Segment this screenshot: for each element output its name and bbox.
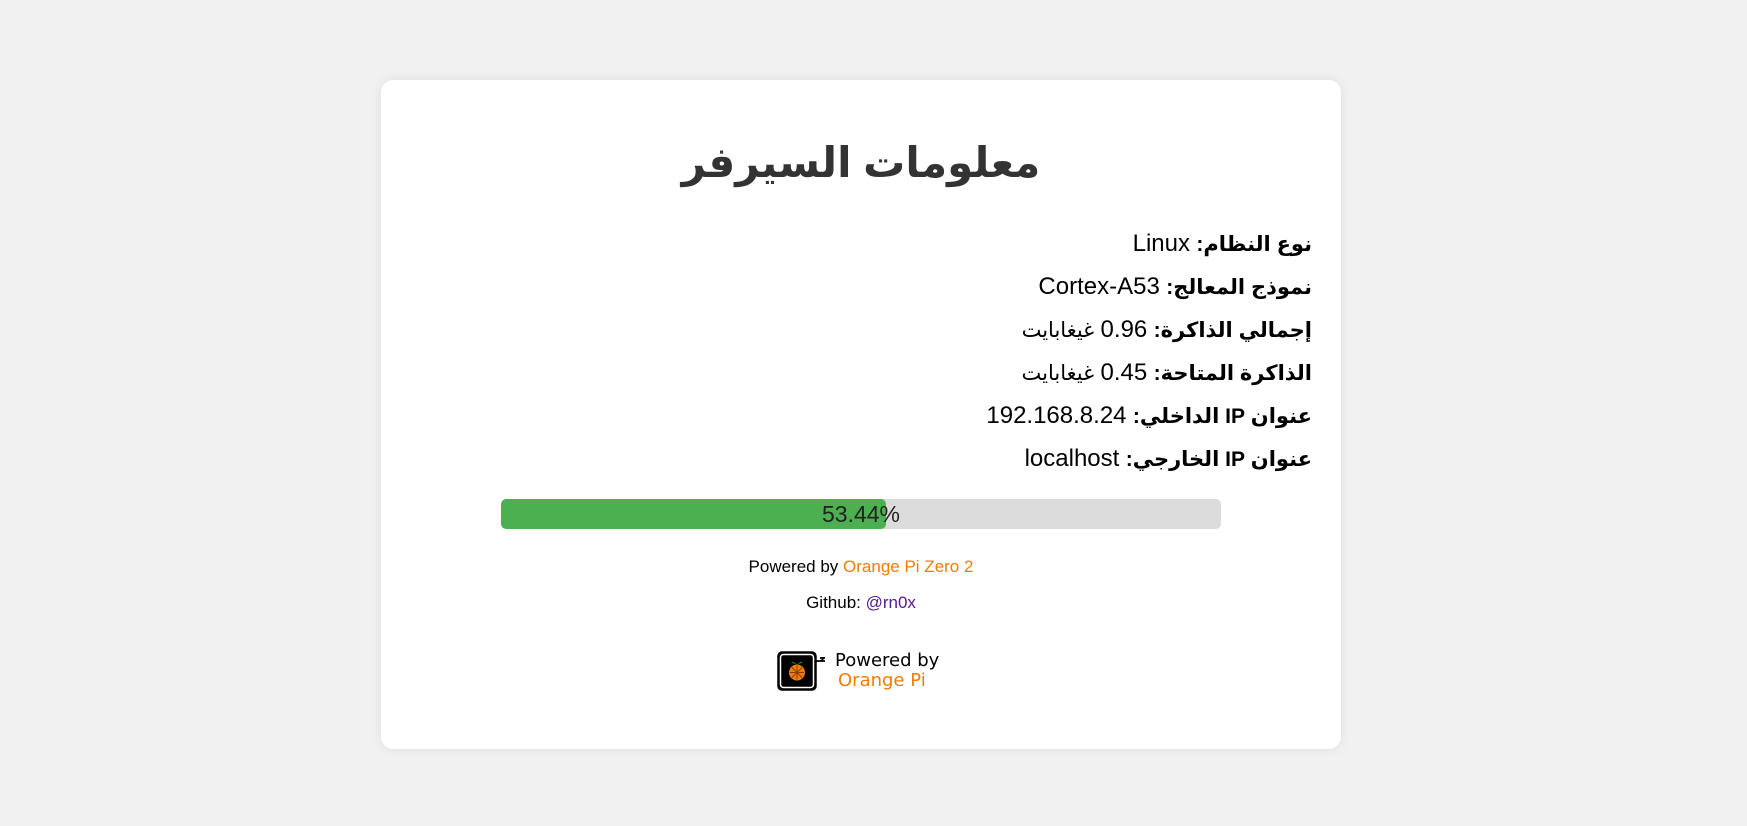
github-text: Github: [806, 593, 861, 612]
info-label: نموذج المعالج: [1166, 276, 1312, 299]
badge-line-powered-by: Powered by [835, 650, 940, 671]
info-value: 0.45 [1100, 359, 1148, 386]
info-row-internal-ip: عنوان IP الداخلي: 192.168.8.24 [612, 394, 1312, 437]
info-unit: غيغابايت [1021, 319, 1095, 342]
info-value: Linux [1132, 230, 1190, 257]
powered-by-orange-pi-badge[interactable]: Powered by Orange Pi [777, 651, 947, 695]
info-row-cpu: نموذج المعالج: Cortex-A53 [612, 265, 1312, 308]
info-label: عنوان IP الخارجي: [1125, 448, 1312, 471]
info-label: إجمالي الذاكرة: [1153, 319, 1312, 342]
info-row-total-memory: إجمالي الذاكرة: 0.96 غيغابايت [612, 308, 1312, 351]
info-label: عنوان IP الداخلي: [1132, 405, 1312, 428]
badge-line-orange-pi: Orange Pi [838, 670, 926, 691]
info-value: 0.96 [1100, 316, 1148, 343]
page-title: معلومات السيرفر [681, 139, 1041, 186]
info-value: 192.168.8.24 [986, 402, 1127, 429]
powered-by-text: Powered by [748, 557, 839, 576]
progress-label: 53.44% [821, 501, 900, 527]
memory-progress-bar: 53.44% [501, 499, 1221, 529]
github-link[interactable]: @rn0x [866, 593, 916, 612]
info-row-external-ip: عنوان IP الخارجي: localhost [612, 437, 1312, 480]
github-line: Github: @rn0x [381, 593, 1341, 613]
info-value: Cortex-A53 [1038, 273, 1160, 300]
info-row-free-memory: الذاكرة المتاحة: 0.45 غيغابايت [612, 351, 1312, 394]
orange-pi-zero-link[interactable]: Orange Pi Zero 2 [843, 557, 973, 576]
orange-pi-board-icon [777, 651, 825, 691]
badge-text: Powered by Orange Pi [835, 651, 939, 691]
powered-by-line: Powered by Orange Pi Zero 2 [381, 557, 1341, 577]
info-unit: غيغابايت [1021, 362, 1095, 385]
server-info-list: نوع النظام: Linux نموذج المعالج: Cortex-… [612, 222, 1312, 480]
server-info-card: معلومات السيرفر نوع النظام: Linux نموذج … [381, 80, 1341, 749]
info-value: localhost [1024, 445, 1120, 472]
info-row-os: نوع النظام: Linux [612, 222, 1312, 265]
info-label: نوع النظام: [1196, 233, 1312, 256]
info-label: الذاكرة المتاحة: [1153, 362, 1312, 385]
